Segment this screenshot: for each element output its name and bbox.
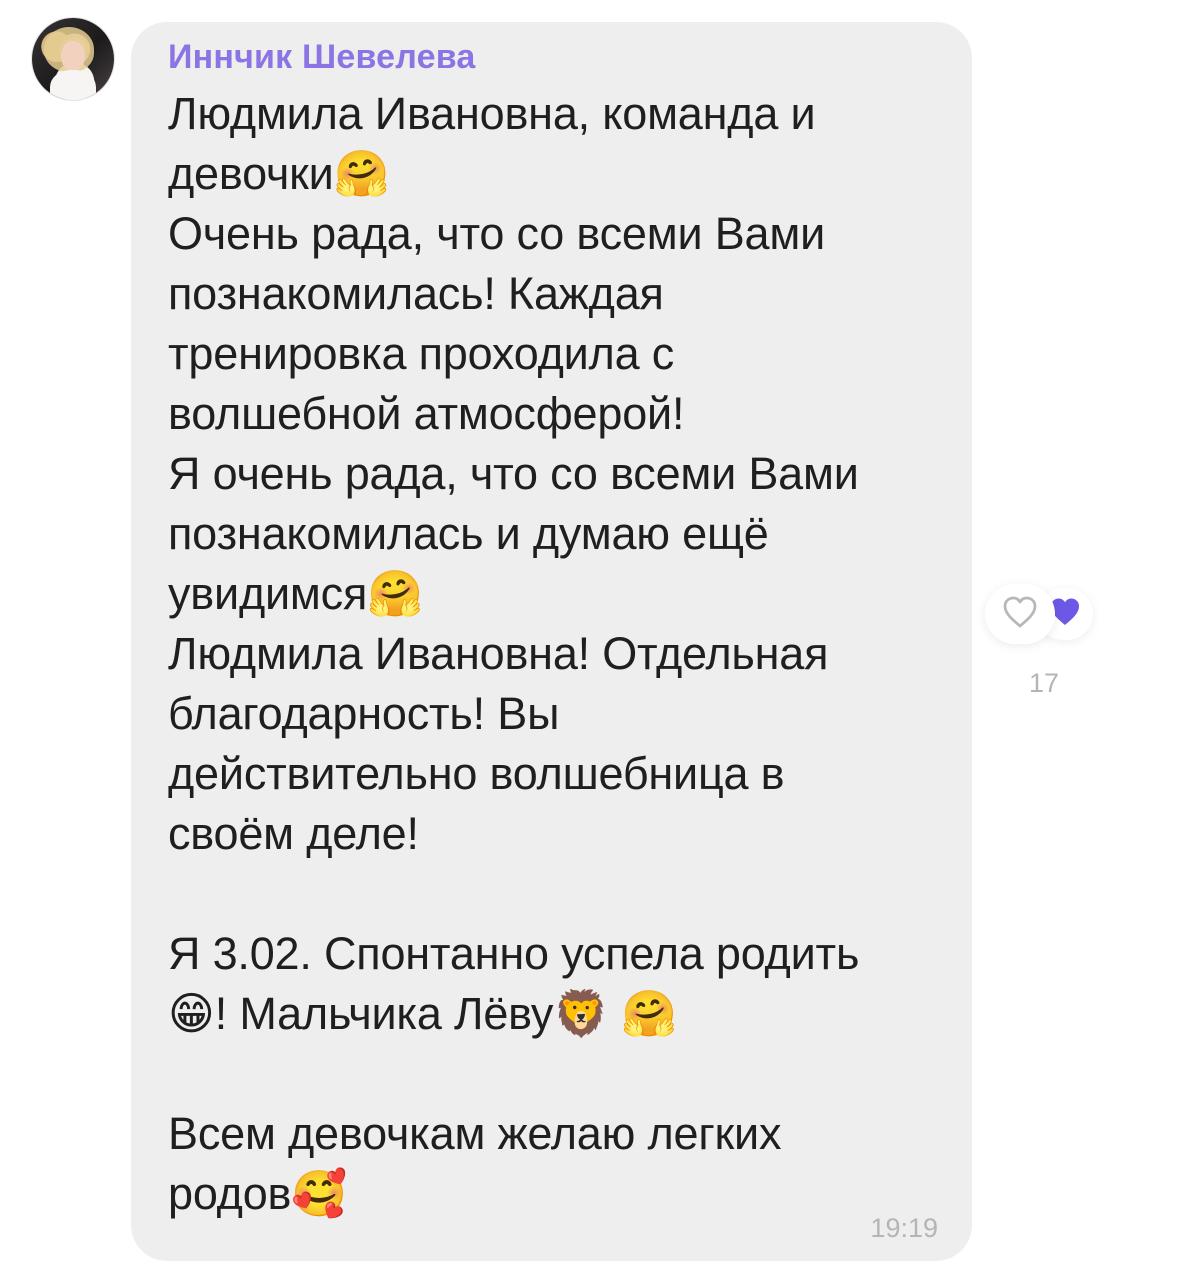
avatar[interactable] (32, 18, 114, 100)
message-time: 19:19 (870, 1213, 938, 1243)
reaction-count: 17 (1028, 668, 1060, 698)
avatar-body-detail (50, 70, 96, 100)
sender-name[interactable]: Иннчик Шевелева (168, 38, 475, 76)
avatar-face-detail (61, 41, 85, 71)
message-text: Людмила Ивановна, команда и девочки🤗 Оче… (168, 88, 860, 1219)
like-button[interactable] (985, 584, 1055, 644)
reaction-controls (985, 584, 1105, 644)
message-bubble[interactable]: Иннчик Шевелева Людмила Ивановна, команд… (131, 22, 972, 1261)
heart-outline-icon (1001, 595, 1039, 634)
chat-message-screen: Иннчик Шевелева Людмила Ивановна, команд… (0, 0, 1204, 1280)
